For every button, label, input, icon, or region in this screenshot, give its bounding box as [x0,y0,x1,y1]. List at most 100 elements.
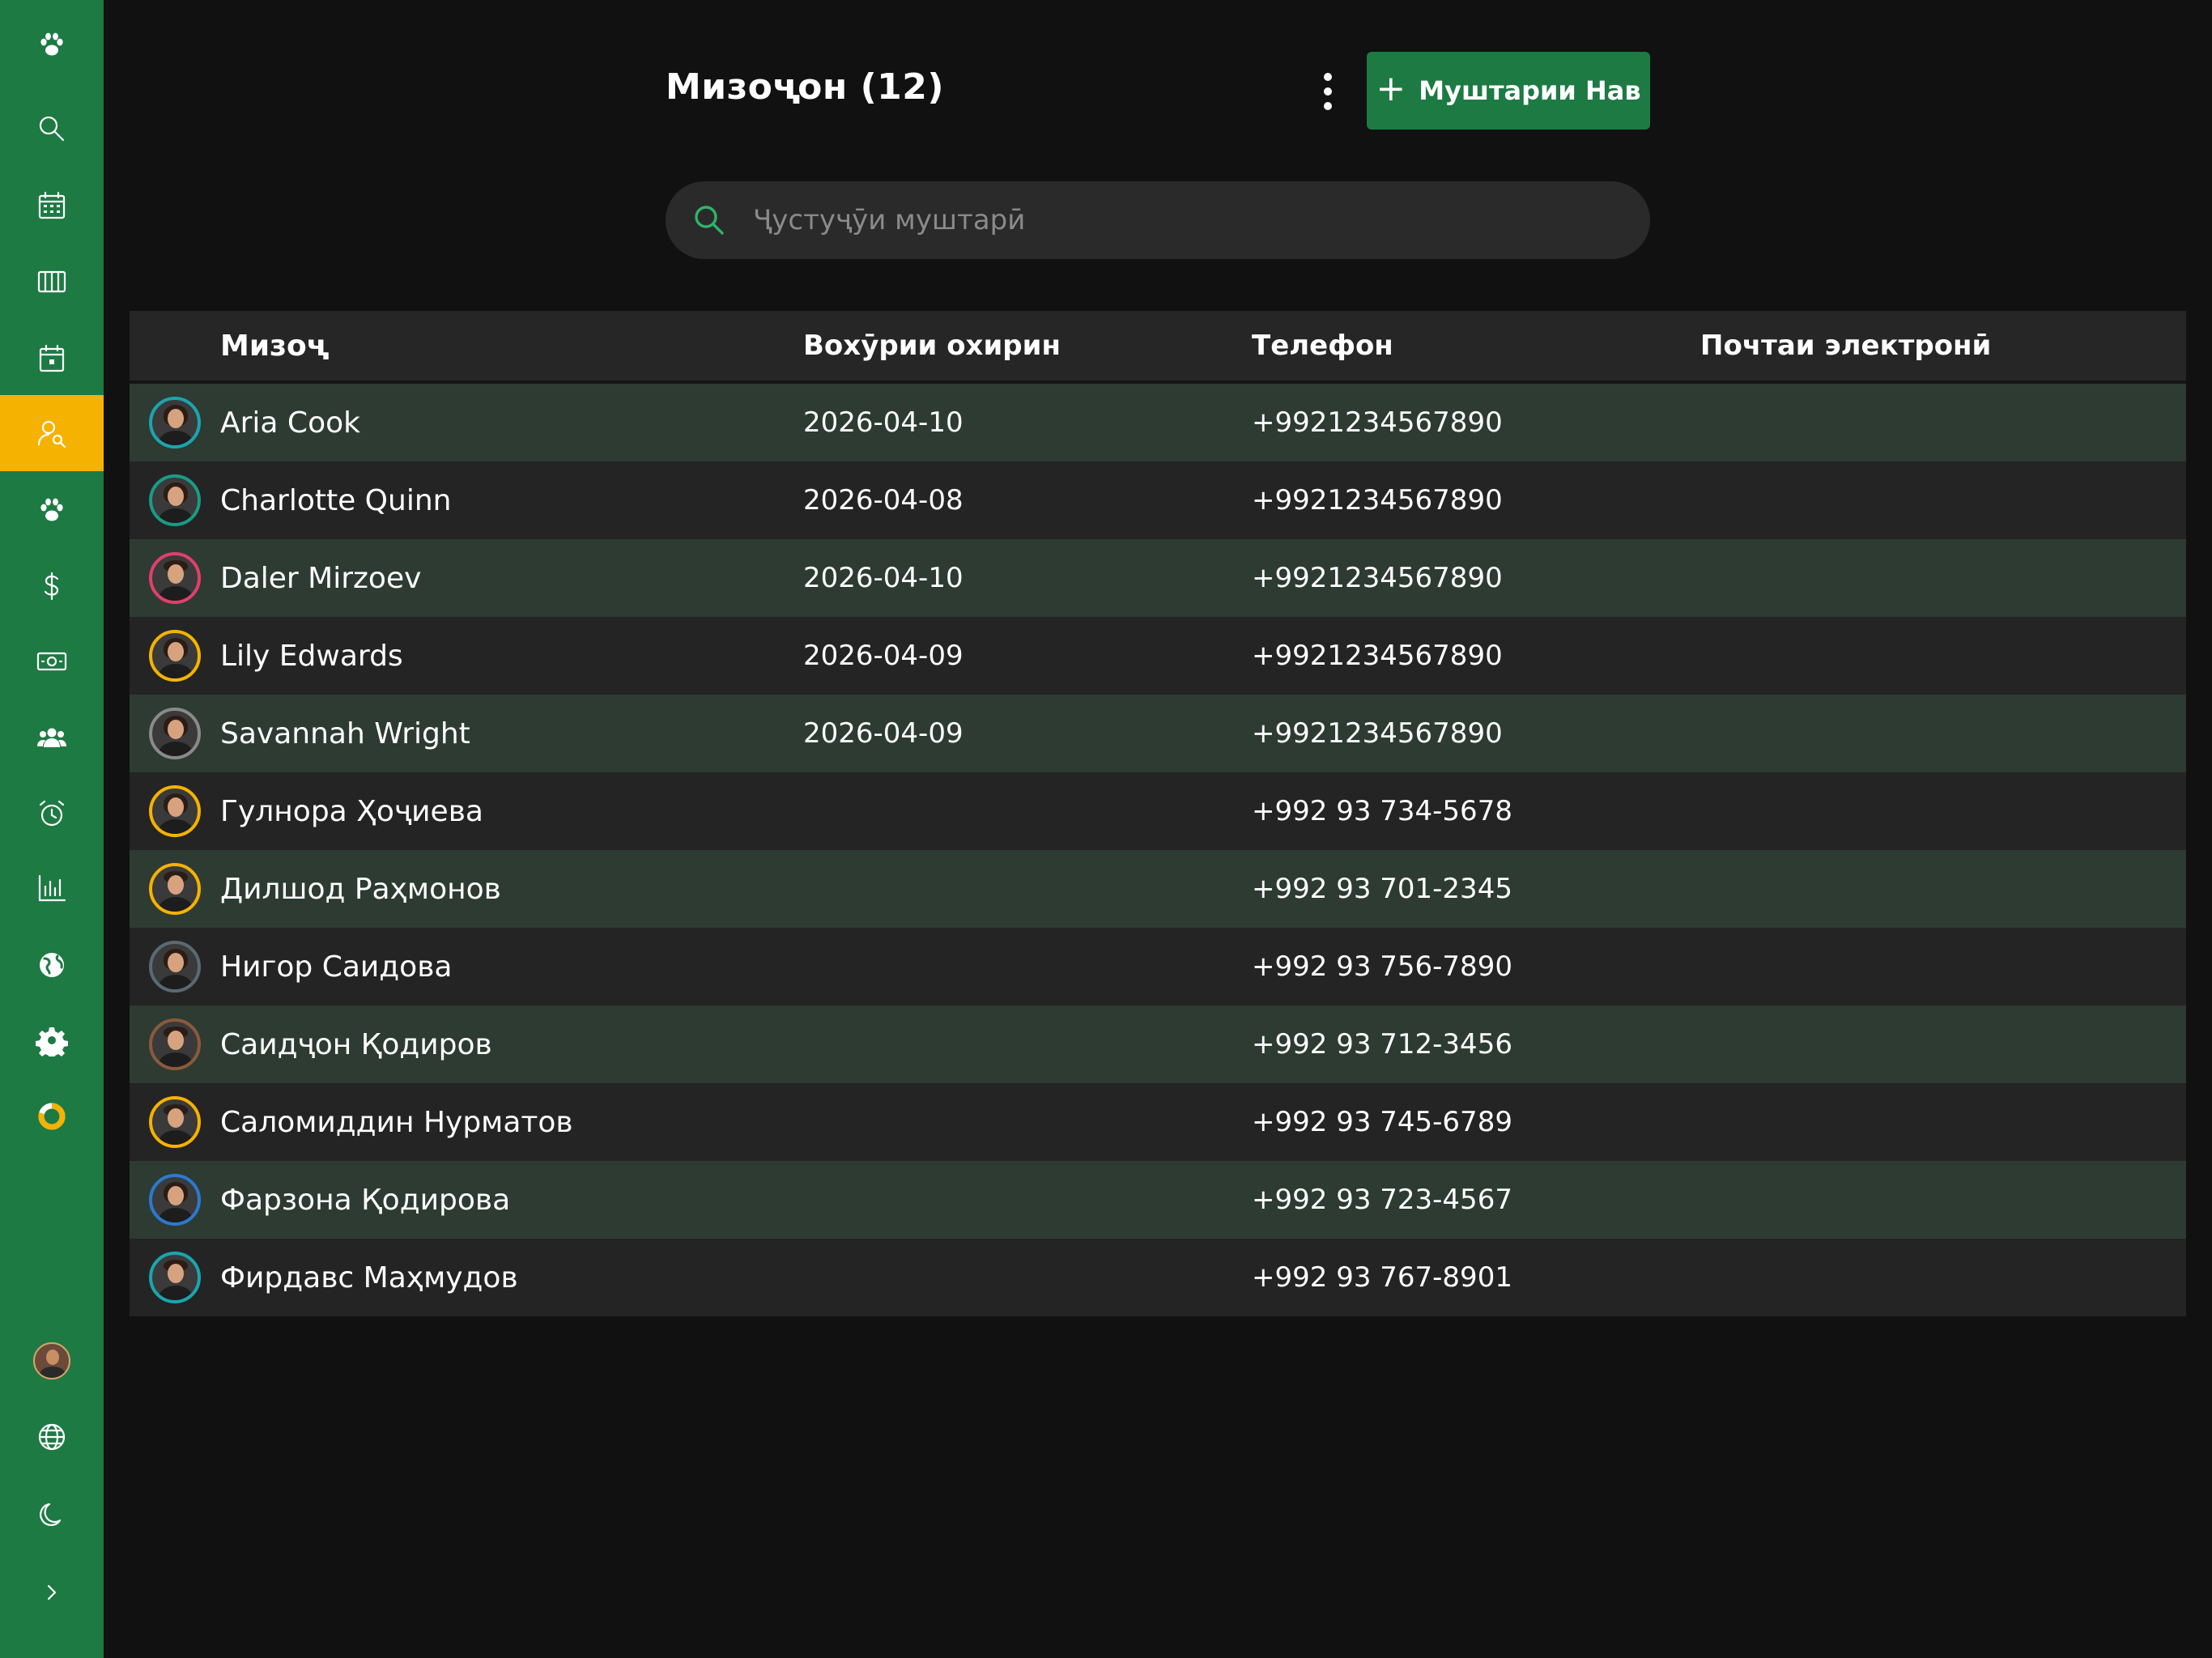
sidebar-item-pets[interactable] [0,472,104,548]
search-icon [39,116,65,142]
last-visit: 2026-04-09 [803,640,963,672]
sidebar-expand[interactable] [0,1554,104,1630]
paw-icon [40,32,63,56]
avatar-cell [130,708,220,759]
sidebar-theme[interactable] [0,1477,104,1553]
avatar [149,1252,201,1303]
table-row[interactable]: Фирдавс Маҳмудов +992 93 767-8901 [130,1239,2186,1316]
calendar-icon [38,191,66,219]
users-icon [37,728,66,747]
kebab-dot [1324,87,1332,96]
table-row[interactable]: Daler Mirzoev 2026-04-10 +9921234567890 [130,539,2186,617]
avatar-cell [130,397,220,449]
last-visit: 2026-04-09 [803,717,963,750]
search-bar [666,181,1650,259]
sidebar-profile[interactable] [0,1323,104,1399]
client-name: Саломиддин Нурматов [220,1105,573,1139]
avatar-cell [130,785,220,837]
search-icon [695,206,724,235]
phone: +9921234567890 [1252,406,1503,439]
avatar [149,941,201,993]
plus-icon: + [1376,68,1406,109]
table-row[interactable]: Savannah Wright 2026-04-09 +9921234567890 [130,695,2186,772]
dollar-icon [44,572,59,601]
bar-chart-icon [38,874,66,902]
table-row[interactable]: Фарзона Қодирова +992 93 723-4567 [130,1161,2186,1239]
phone: +992 93 723-4567 [1252,1184,1512,1216]
client-name: Гулнора Ҳоҷиева [220,794,483,828]
phone: +9921234567890 [1252,640,1503,672]
page-title: Мизоҷон (12) [666,66,945,108]
avatar [149,708,201,759]
phone: +992 93 734-5678 [1252,795,1512,827]
table-row[interactable]: Саломиддин Нурматов +992 93 745-6789 [130,1083,2186,1161]
sidebar-item-cash[interactable] [0,623,104,699]
sidebar-logo[interactable] [0,6,104,83]
sidebar-item-reminders[interactable] [0,776,104,852]
avatar [149,863,201,915]
alarm-icon [39,800,65,827]
donut-icon [38,1103,66,1130]
table-row[interactable]: Саидҷон Қодиров +992 93 712-3456 [130,1005,2186,1083]
new-client-label: Муштарии Нав [1419,75,1641,106]
sidebar-item-board[interactable] [0,244,104,320]
column-header-last-visit[interactable]: Вохӯрии охирин [803,329,1252,362]
chevron-right-icon [47,1584,57,1601]
avatar [149,630,201,682]
client-name: Daler Mirzoev [220,561,422,595]
avatar [149,474,201,526]
sidebar-item-staff[interactable] [0,699,104,776]
new-client-button[interactable]: + Муштарии Нав [1367,52,1650,130]
paw-icon [40,498,63,521]
avatar-cell [130,1096,220,1148]
sidebar-item-appointments[interactable] [0,321,104,397]
phone: +992 93 767-8901 [1252,1261,1512,1294]
last-visit: 2026-04-10 [803,406,963,439]
last-visit: 2026-04-10 [803,562,963,594]
avatar-cell [130,863,220,915]
avatar [149,397,201,449]
sidebar-item-web[interactable] [0,927,104,1003]
avatar-cell [130,1174,220,1226]
phone: +992 93 756-7890 [1252,950,1512,983]
avatar [33,1342,70,1380]
calendar-day-icon [39,344,65,372]
avatar-cell [130,1018,220,1070]
avatar [149,785,201,837]
sidebar-item-calendar[interactable] [0,168,104,244]
avatar [149,552,201,604]
more-options-button[interactable] [1304,65,1352,118]
sidebar-item-reports[interactable] [0,850,104,926]
sidebar-item-payments[interactable] [0,548,104,624]
table-row[interactable]: Lily Edwards 2026-04-09 +9921234567890 [130,617,2186,695]
client-name: Aria Cook [220,406,360,440]
globe-icon [40,953,64,977]
sidebar-language[interactable] [0,1399,104,1475]
table-row[interactable]: Aria Cook 2026-04-10 +9921234567890 [130,384,2186,461]
client-name: Charlotte Quinn [220,483,452,517]
sidebar-item-clients[interactable] [0,395,104,471]
column-header-phone[interactable]: Телефон [1252,329,1700,362]
client-name: Дилшод Раҳмонов [220,872,501,906]
table-row[interactable]: Дилшод Раҳмонов +992 93 701-2345 [130,850,2186,928]
table-row[interactable]: Гулнора Ҳоҷиева +992 93 734-5678 [130,772,2186,850]
client-name: Фарзона Қодирова [220,1183,511,1217]
gear-icon [36,1027,68,1056]
avatar-cell [130,552,220,604]
avatar-cell [130,1252,220,1303]
sidebar-item-settings[interactable] [0,1002,104,1078]
column-header-email[interactable]: Почтаи электронӣ [1700,329,2186,362]
last-visit: 2026-04-08 [803,484,963,517]
avatar [149,1096,201,1148]
table-row[interactable]: Charlotte Quinn 2026-04-08 +9921234567890 [130,461,2186,539]
client-name: Нигор Саидова [220,950,453,984]
column-header-client[interactable]: Мизоҷ [220,329,803,363]
avatar-cell [130,630,220,682]
table-row[interactable]: Нигор Саидова +992 93 756-7890 [130,928,2186,1005]
search-input[interactable] [753,204,1603,236]
sidebar-item-search[interactable] [0,91,104,167]
sidebar [0,0,104,1658]
client-name: Savannah Wright [220,716,470,750]
sidebar-item-usage[interactable] [0,1078,104,1154]
phone: +9921234567890 [1252,717,1503,750]
